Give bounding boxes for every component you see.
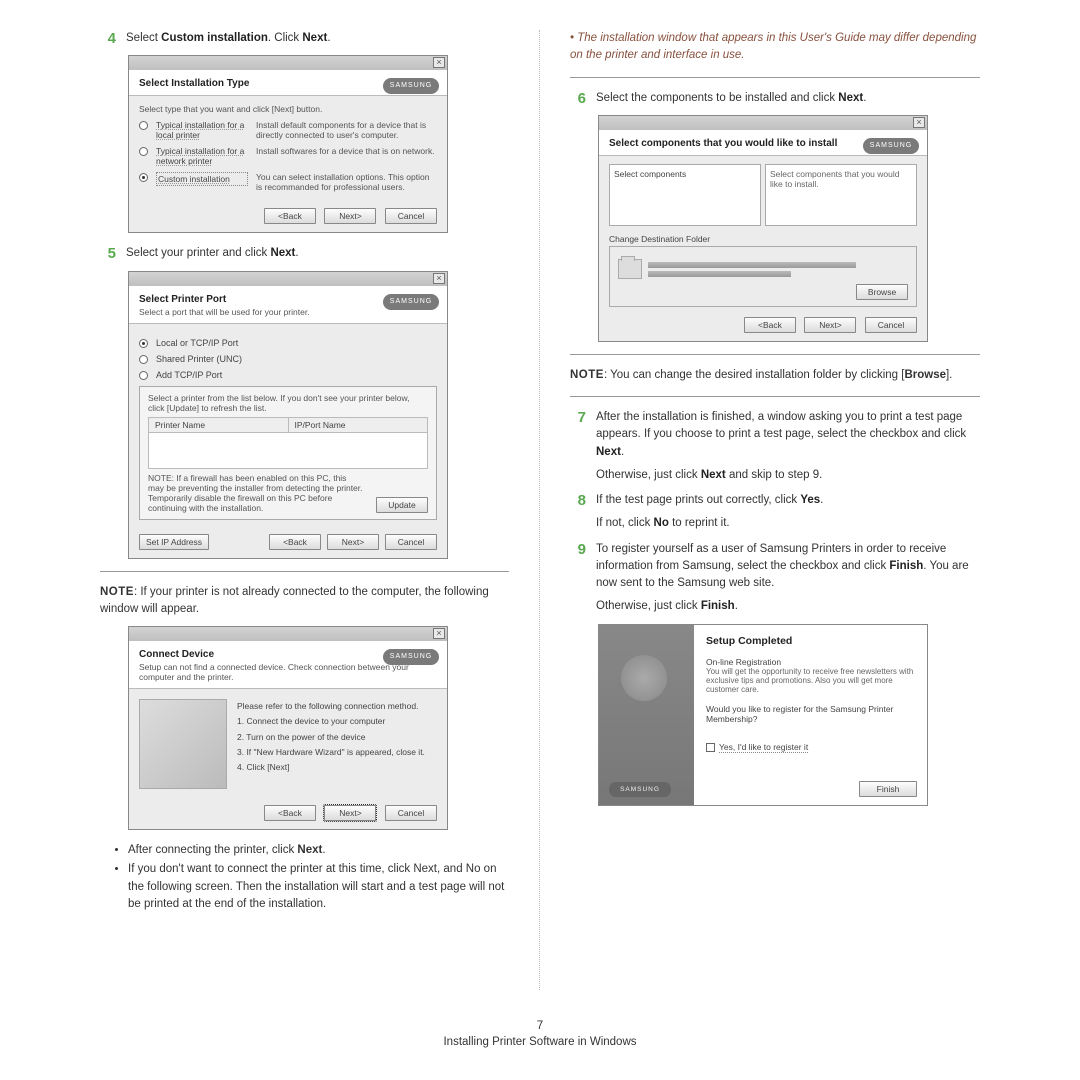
dialog-install-type: × Select Installation Type SAMSUNG Selec… xyxy=(128,55,448,233)
right-column: • The installation window that appears i… xyxy=(540,30,985,990)
radio-add-tcp[interactable]: Add TCP/IP Port xyxy=(139,370,437,380)
samsung-logo: SAMSUNG xyxy=(609,782,671,797)
samsung-logo: SAMSUNG xyxy=(383,294,439,310)
step-9: 9 To register yourself as a user of Sams… xyxy=(570,541,980,616)
page-footer: 7 Installing Printer Software in Windows xyxy=(0,1020,1080,1048)
option-typical-local[interactable]: Typical installation for a local printer… xyxy=(139,120,437,140)
radio-local-tcp[interactable]: Local or TCP/IP Port xyxy=(139,338,437,348)
dialog-setup-completed: SAMSUNG Setup Completed On-line Registra… xyxy=(598,624,928,806)
step-5: 5 Select your printer and click Next. xyxy=(100,245,509,262)
left-column: 4 Select Custom installation. Click Next… xyxy=(95,30,540,990)
after-connect-bullets: After connecting the printer, click Next… xyxy=(128,842,509,913)
cancel-button[interactable]: Cancel xyxy=(865,317,917,333)
step-7: 7 After the installation is finished, a … xyxy=(570,409,980,484)
back-button[interactable]: <Back xyxy=(264,208,316,224)
close-icon[interactable]: × xyxy=(433,628,445,639)
close-icon[interactable]: × xyxy=(433,273,445,284)
step-8: 8 If the test page prints out correctly,… xyxy=(570,492,980,533)
step-text: Select Custom installation. Click Next. xyxy=(126,30,509,47)
radio-shared-unc[interactable]: Shared Printer (UNC) xyxy=(139,354,437,364)
folder-icon xyxy=(618,259,642,279)
dialog-instruction: Select type that you want and click [Nex… xyxy=(139,104,437,114)
printer-list-panel: Select a printer from the list below. If… xyxy=(139,386,437,520)
note-printer-not-connected: NOTE: If your printer is not already con… xyxy=(100,584,509,619)
next-button[interactable]: Next> xyxy=(324,805,376,821)
finish-button[interactable]: Finish xyxy=(859,781,917,797)
cancel-button[interactable]: Cancel xyxy=(385,805,437,821)
titlebar: × xyxy=(129,56,447,70)
footer-title: Installing Printer Software in Windows xyxy=(0,1036,1080,1048)
setup-graphic: SAMSUNG xyxy=(599,625,694,805)
components-desc: Select components that you would like to… xyxy=(765,164,917,226)
samsung-logo: SAMSUNG xyxy=(863,138,919,154)
step-number: 4 xyxy=(100,30,116,47)
step-4: 4 Select Custom installation. Click Next… xyxy=(100,30,509,47)
step-6: 6 Select the components to be installed … xyxy=(570,90,980,107)
printer-list[interactable] xyxy=(148,433,428,469)
dialog-title: Setup Completed xyxy=(706,635,915,647)
close-icon[interactable]: × xyxy=(913,117,925,128)
next-button[interactable]: Next> xyxy=(327,534,379,550)
connect-illustration xyxy=(139,699,227,789)
italic-note: • The installation window that appears i… xyxy=(570,30,980,65)
page-number: 7 xyxy=(0,1020,1080,1032)
back-button[interactable]: <Back xyxy=(744,317,796,333)
back-button[interactable]: <Back xyxy=(269,534,321,550)
option-custom[interactable]: Custom installation You can select insta… xyxy=(139,172,437,192)
page-content: 4 Select Custom installation. Click Next… xyxy=(0,0,1080,1010)
samsung-logo: SAMSUNG xyxy=(383,649,439,665)
cancel-button[interactable]: Cancel xyxy=(385,534,437,550)
connect-steps: Please refer to the following connection… xyxy=(237,699,425,789)
next-button[interactable]: Next> xyxy=(324,208,376,224)
back-button[interactable]: <Back xyxy=(264,805,316,821)
update-button[interactable]: Update xyxy=(376,497,428,513)
browse-button[interactable]: Browse xyxy=(856,284,908,300)
note-change-folder: NOTE: You can change the desired install… xyxy=(570,367,980,384)
dialog-connect-device: × Connect Device Setup can not find a co… xyxy=(128,626,448,830)
dialog-select-components: × Select components that you would like … xyxy=(598,115,928,342)
samsung-logo: SAMSUNG xyxy=(383,78,439,94)
register-checkbox[interactable]: Yes, I'd like to register it xyxy=(706,742,915,752)
next-button[interactable]: Next> xyxy=(804,317,856,333)
set-ip-button[interactable]: Set IP Address xyxy=(139,534,209,550)
components-list[interactable]: Select components xyxy=(609,164,761,226)
close-icon[interactable]: × xyxy=(433,57,445,68)
option-typical-network[interactable]: Typical installation for a network print… xyxy=(139,146,437,166)
dialog-printer-port: × Select Printer Port Select a port that… xyxy=(128,271,448,559)
cancel-button[interactable]: Cancel xyxy=(385,208,437,224)
